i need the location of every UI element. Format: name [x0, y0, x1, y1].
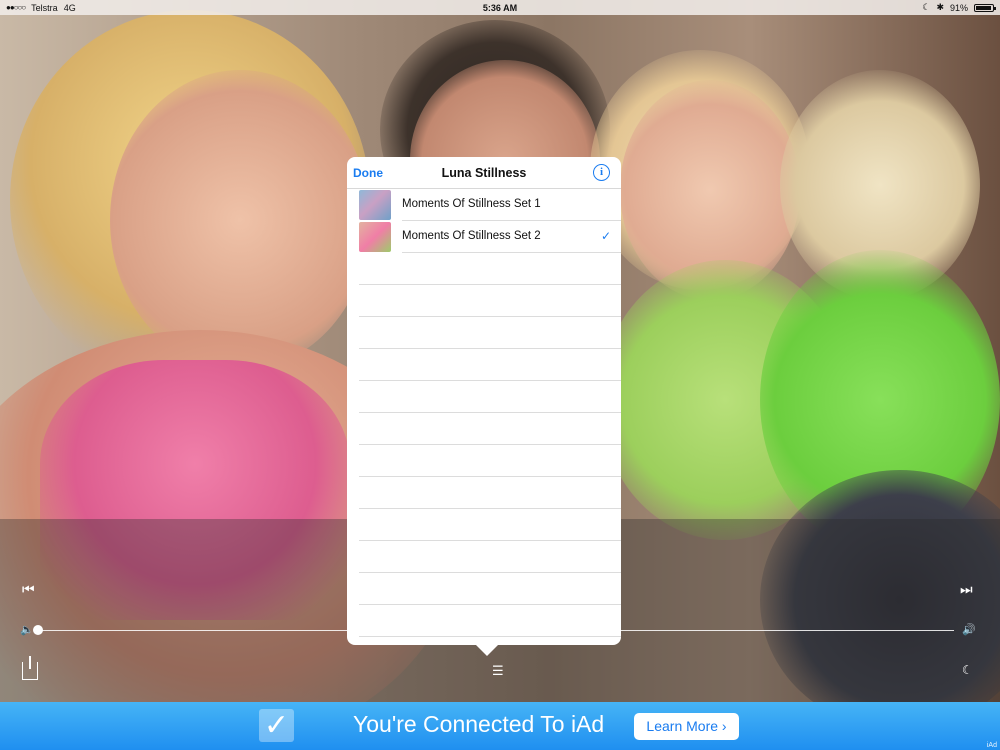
empty-row	[359, 605, 621, 637]
ad-text: You're Connected To iAd	[353, 711, 605, 737]
info-icon[interactable]: i	[593, 164, 610, 181]
empty-row	[359, 349, 621, 381]
learn-more-button[interactable]: Learn More ›	[634, 713, 739, 740]
volume-high-icon: 🔊	[962, 624, 976, 636]
empty-row	[359, 317, 621, 349]
iad-banner[interactable]: ✓ You're Connected To iAd Learn More › i…	[0, 702, 1000, 750]
track-title: Moments Of Stillness Set 2	[402, 230, 541, 242]
playlist-icon[interactable]: ☰	[492, 664, 504, 677]
empty-row	[359, 573, 621, 605]
carrier-name: Telstra	[31, 2, 58, 13]
empty-row	[359, 445, 621, 477]
empty-row	[359, 285, 621, 317]
next-track-icon[interactable]: ⏭	[960, 582, 973, 596]
network-type: 4G	[63, 2, 76, 13]
empty-row	[359, 477, 621, 509]
signal-strength-icon: ●●○○○	[6, 3, 26, 12]
battery-icon	[974, 3, 996, 12]
status-bar: ●●○○○ Telstra 4G 5:36 AM ☾ ✱ 91%	[0, 0, 1000, 15]
popover-header: Done Luna Stillness i	[347, 157, 621, 189]
popover-arrow	[475, 644, 499, 656]
volume-slider-thumb[interactable]	[33, 625, 43, 635]
checkmark-icon: ✓	[259, 709, 294, 742]
previous-track-icon[interactable]: ⏮	[22, 582, 35, 596]
checkmark-icon: ✓	[600, 229, 611, 243]
done-button[interactable]: Done	[353, 166, 383, 180]
sleep-timer-icon[interactable]: ☾	[962, 664, 973, 676]
empty-row	[359, 381, 621, 413]
share-icon[interactable]	[22, 656, 38, 680]
status-time: 5:36 AM	[482, 2, 518, 13]
volume-low-icon: 🔈	[20, 624, 34, 636]
battery-percent: 91%	[949, 2, 968, 13]
track-row[interactable]: Moments Of Stillness Set 1	[402, 189, 621, 221]
empty-row	[359, 541, 621, 573]
empty-row	[359, 509, 621, 541]
empty-row	[359, 413, 621, 445]
playlist-popover: Done Luna Stillness i Moments Of Stillne…	[347, 157, 621, 645]
iad-badge: iAd	[986, 742, 997, 749]
do-not-disturb-icon: ☾	[922, 2, 931, 12]
empty-row	[359, 253, 621, 285]
track-row[interactable]: Moments Of Stillness Set 2 ✓	[402, 221, 621, 253]
popover-title: Luna Stillness	[441, 165, 527, 180]
bluetooth-icon: ✱	[936, 2, 944, 12]
track-list: Moments Of Stillness Set 1 Moments Of St…	[347, 189, 621, 637]
track-title: Moments Of Stillness Set 1	[402, 198, 541, 210]
